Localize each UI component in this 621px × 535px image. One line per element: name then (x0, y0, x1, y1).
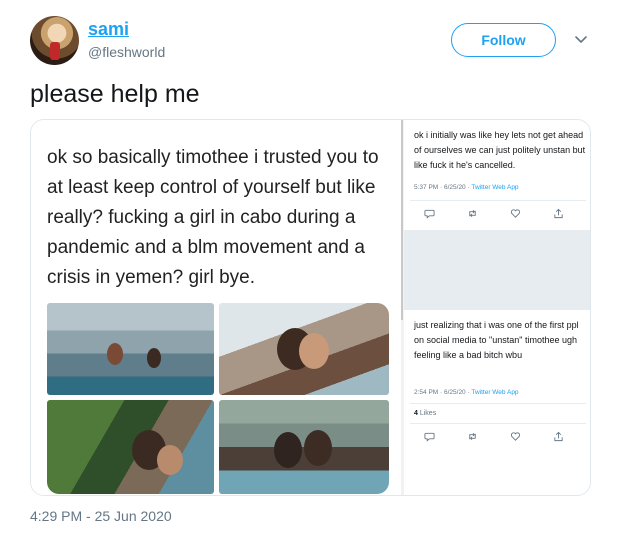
screenshot-tweet-2: just realizing that i was one of the fir… (404, 310, 590, 495)
photo-2 (219, 303, 389, 395)
like-icon (510, 432, 521, 441)
likes-count: 4 (414, 410, 418, 417)
screenshot-tweet-1: ok i initially was like hey lets not get… (404, 120, 590, 230)
screenshot-tweet-2-text: just realizing that i was one of the fir… (414, 320, 579, 360)
tweet-card: sami @fleshworld Follow please help me o… (0, 0, 621, 535)
media-right-panel: ok i initially was like hey lets not get… (404, 120, 590, 495)
like-icon (510, 209, 521, 218)
avatar[interactable] (30, 16, 79, 65)
photo-4 (219, 400, 389, 494)
screenshot-tweet-2-meta: 2:54 PM · 6/25/20 · Twitter Web App (414, 389, 519, 396)
reply-icon (424, 209, 435, 219)
share-icon (554, 431, 563, 442)
screenshot-tweet-1-source: Twitter Web App (471, 184, 519, 191)
screenshot-tweet-text: ok so basically timothee i trusted you t… (47, 147, 379, 288)
screenshot-tweet-1-text: ok i initially was like hey lets not get… (414, 130, 586, 170)
reply-icon (424, 432, 435, 442)
retweet-icon (469, 432, 476, 441)
photo-3 (47, 400, 214, 494)
media-left-panel: ok so basically timothee i trusted you t… (31, 120, 401, 495)
author-display-name[interactable]: sami (88, 19, 129, 40)
divider (410, 403, 586, 404)
follow-button[interactable]: Follow (451, 23, 556, 57)
screenshot-tweet-2-source: Twitter Web App (471, 389, 519, 396)
tweet-text: please help me (30, 80, 200, 108)
share-icon (554, 208, 563, 219)
screenshot-tweet-1-actions (424, 208, 564, 220)
screenshot-tweet-2-actions (424, 431, 564, 443)
photo-1 (47, 303, 214, 395)
screenshot-tweet-2-time: 2:54 PM · 6/25/20 · (414, 389, 472, 396)
divider (410, 200, 586, 201)
tweet-media-image[interactable]: ok so basically timothee i trusted you t… (30, 119, 591, 496)
author-handle[interactable]: @fleshworld (88, 44, 165, 60)
likes-label: Likes (419, 410, 437, 417)
divider (410, 423, 586, 424)
chevron-down-icon[interactable] (573, 32, 589, 48)
screenshot-tweet-1-time: 5:37 PM · 6/25/20 · (414, 184, 472, 191)
tweet-timestamp[interactable]: 4:29 PM - 25 Jun 2020 (30, 508, 172, 524)
screenshot-tweet-1-meta: 5:37 PM · 6/25/20 · Twitter Web App (414, 184, 519, 191)
retweet-icon (469, 209, 476, 218)
screenshot-tweet-2-likes: 4 Likes (414, 410, 436, 417)
